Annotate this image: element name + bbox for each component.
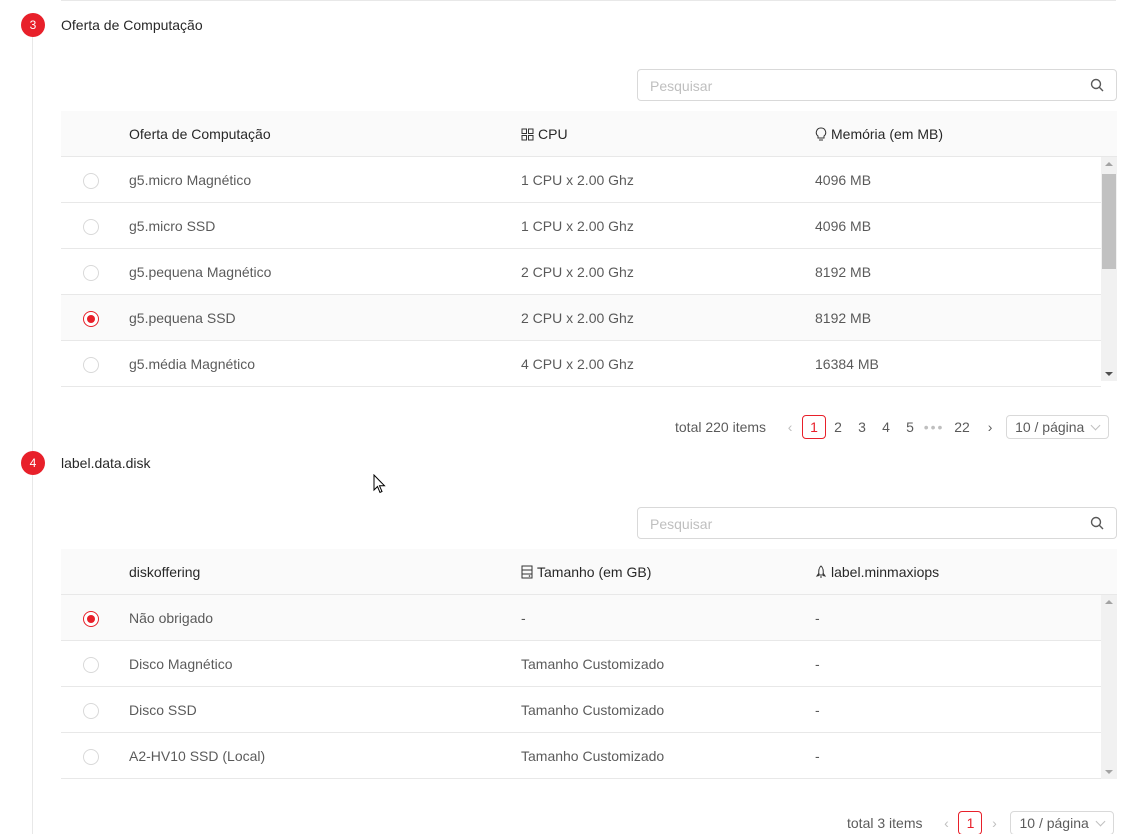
row-radio[interactable] — [83, 265, 99, 281]
table-cell: 1 CPU x 2.00 Ghz — [521, 218, 634, 234]
scroll-up-arrow[interactable] — [1105, 600, 1113, 604]
step-number-badge: 3 — [21, 13, 45, 37]
next-page-button[interactable]: › — [982, 811, 1006, 834]
column-header[interactable]: Memória (em MB) — [815, 126, 943, 142]
search-placeholder: Pesquisar — [650, 516, 713, 532]
scrollbar[interactable] — [1101, 157, 1117, 381]
column-header[interactable]: diskoffering — [129, 564, 200, 580]
table-cell: 2 CPU x 2.00 Ghz — [521, 310, 634, 326]
table-cell: - — [815, 748, 820, 764]
table-cell: Tamanho Customizado — [521, 702, 665, 718]
table-body: g5.micro Magnético 1 CPU x 2.00 Ghz 4096 M… — [61, 157, 1117, 387]
table-cell: 8192 MB — [815, 264, 872, 280]
table-cell: 1 CPU x 2.00 Ghz — [521, 172, 634, 188]
scroll-up-arrow[interactable] — [1105, 162, 1113, 166]
scrollbar-thumb[interactable] — [1102, 174, 1116, 269]
mouse-cursor-icon — [373, 474, 386, 494]
steps-timeline — [32, 36, 33, 834]
page-size-select[interactable]: 10 / página — [1010, 811, 1114, 834]
page-1-button[interactable]: 1 — [958, 811, 983, 834]
step-number-badge: 4 — [21, 451, 45, 475]
table-body: Não obrigado - - Disco Magnético Tamanho Cus… — [61, 595, 1117, 779]
row-radio[interactable] — [83, 703, 99, 719]
search-icon[interactable] — [1090, 516, 1104, 530]
table-header: Oferta de Computação CPU Memória (em MB) — [61, 111, 1117, 157]
column-header[interactable]: Tamanho (em GB) — [521, 564, 651, 580]
table-cell: Disco SSD — [129, 702, 197, 718]
prev-page-button[interactable]: ‹ — [934, 811, 958, 834]
table-row[interactable]: A2-HV10 SSD (Local) Tamanho Customizado - — [61, 733, 1101, 779]
row-radio[interactable] — [83, 749, 99, 765]
scroll-down-arrow[interactable] — [1105, 372, 1113, 376]
table-cell: Não obrigado — [129, 610, 214, 626]
divider — [61, 0, 1116, 1]
search-input[interactable]: Pesquisar — [637, 507, 1117, 539]
row-radio[interactable] — [83, 357, 99, 373]
page-4-button[interactable]: 4 — [874, 415, 898, 439]
page-size-select[interactable]: 10 / página — [1006, 415, 1110, 439]
scroll-down-arrow[interactable] — [1105, 770, 1113, 774]
step-title: Oferta de Computação — [61, 17, 203, 33]
table-cell: 8192 MB — [815, 310, 872, 326]
table-header: diskoffering Tamanho (em GB) label.minma… — [61, 549, 1117, 595]
table-cell: 16384 MB — [815, 356, 879, 372]
table-row[interactable]: g5.pequena SSD 2 CPU x 2.00 Ghz 8192 MB — [61, 295, 1101, 341]
grid-icon — [521, 128, 534, 140]
table-cell: 4096 MB — [815, 172, 872, 188]
bulb-icon — [815, 127, 827, 141]
disk-offering-table: diskoffering Tamanho (em GB) label.minma… — [61, 549, 1117, 779]
table-cell: g5.pequena SSD — [129, 310, 236, 326]
pagination-total: total 220 items — [675, 419, 767, 435]
next-page-button[interactable]: › — [978, 415, 1002, 439]
table-cell: g5.pequena Magnético — [129, 264, 272, 280]
row-radio[interactable] — [83, 173, 99, 189]
compute-offering-table: Oferta de Computação CPU Memória (em MB)… — [61, 111, 1117, 387]
table-row[interactable]: Disco SSD Tamanho Customizado - — [61, 687, 1101, 733]
rocket-icon — [815, 565, 827, 578]
table-cell: g5.micro Magnético — [129, 172, 252, 188]
search-input[interactable]: Pesquisar — [637, 69, 1117, 101]
table-cell: - — [815, 610, 820, 626]
column-header[interactable]: Oferta de Computação — [129, 126, 271, 142]
row-radio[interactable] — [83, 657, 99, 673]
row-radio[interactable] — [83, 611, 99, 627]
search-icon[interactable] — [1090, 78, 1104, 92]
table-cell: Tamanho Customizado — [521, 748, 665, 764]
search-placeholder: Pesquisar — [650, 78, 713, 94]
jump-next-button[interactable]: ••• — [922, 415, 946, 439]
hdd-icon — [521, 565, 533, 579]
table-cell: - — [521, 610, 526, 626]
table-cell: g5.micro SSD — [129, 218, 216, 234]
step-title: label.data.disk — [61, 455, 151, 471]
column-header[interactable]: CPU — [521, 126, 568, 142]
table-cell: Tamanho Customizado — [521, 656, 665, 672]
table-cell: 2 CPU x 2.00 Ghz — [521, 264, 634, 280]
pagination: total 220 items ‹ 1 2 3 4 5 ••• 22 › 10 … — [675, 415, 1110, 439]
page-22-button[interactable]: 22 — [950, 415, 974, 439]
page-3-button[interactable]: 3 — [850, 415, 874, 439]
row-radio[interactable] — [83, 311, 99, 327]
prev-page-button[interactable]: ‹ — [778, 415, 802, 439]
table-row[interactable]: Disco Magnético Tamanho Customizado - — [61, 641, 1101, 687]
page-2-button[interactable]: 2 — [826, 415, 850, 439]
table-cell: - — [815, 702, 820, 718]
table-cell: g5.média Magnético — [129, 356, 256, 372]
table-row[interactable]: Não obrigado - - — [61, 595, 1101, 641]
table-row[interactable]: g5.micro SSD 1 CPU x 2.00 Ghz 4096 MB — [61, 203, 1101, 249]
row-radio[interactable] — [83, 219, 99, 235]
scrollbar[interactable] — [1101, 595, 1117, 779]
table-row[interactable]: g5.média Magnético 4 CPU x 2.00 Ghz 16384 … — [61, 341, 1101, 387]
table-cell: 4096 MB — [815, 218, 872, 234]
table-cell: 4 CPU x 2.00 Ghz — [521, 356, 634, 372]
table-cell: A2-HV10 SSD (Local) — [129, 748, 266, 764]
page-1-button[interactable]: 1 — [802, 415, 827, 439]
column-header[interactable]: label.minmaxiops — [815, 564, 939, 580]
table-cell: Disco Magnético — [129, 656, 233, 672]
page-5-button[interactable]: 5 — [898, 415, 922, 439]
pagination-total: total 3 items — [847, 815, 923, 831]
table-row[interactable]: g5.micro Magnético 1 CPU x 2.00 Ghz 4096 M… — [61, 157, 1101, 203]
table-cell: - — [815, 656, 820, 672]
pagination: total 3 items ‹ 1 › 10 / página — [847, 811, 1114, 834]
table-row[interactable]: g5.pequena Magnético 2 CPU x 2.00 Ghz 8192… — [61, 249, 1101, 295]
